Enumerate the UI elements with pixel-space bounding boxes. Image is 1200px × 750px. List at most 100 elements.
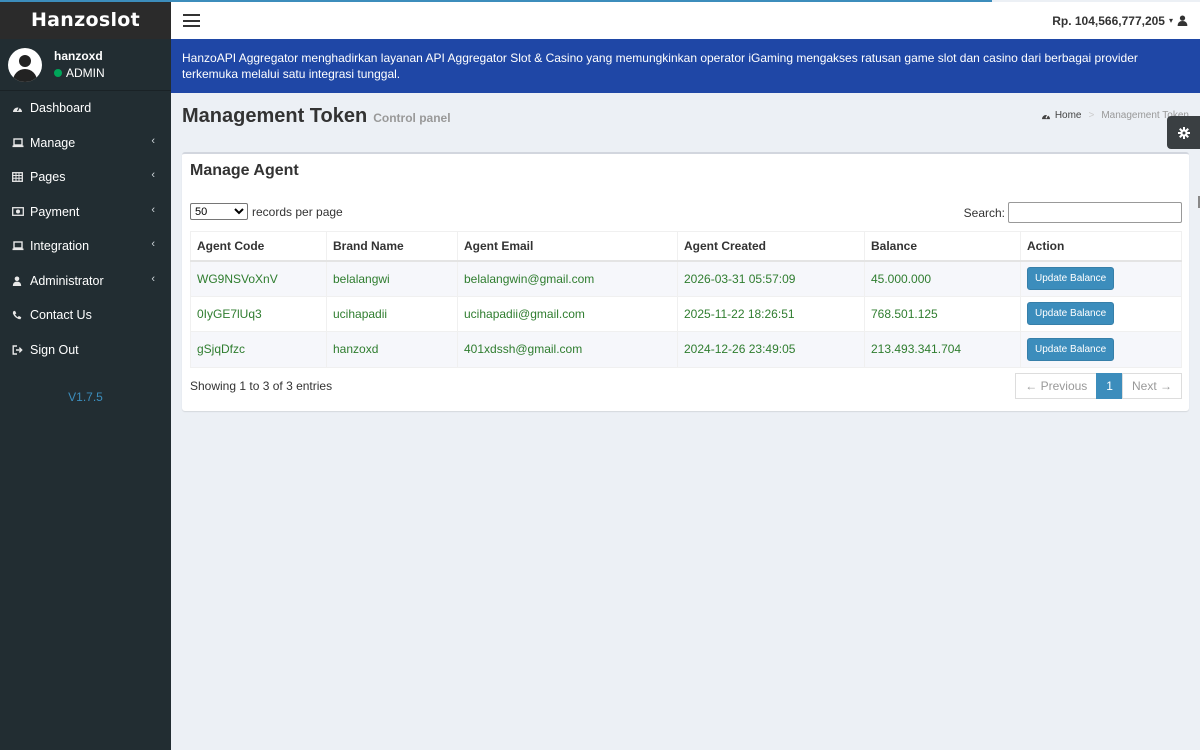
table-header-row: Agent Code Brand Name Agent Email Agent …: [190, 231, 1182, 262]
user-icon: [12, 276, 30, 286]
chevron-left-icon: ‹: [151, 134, 155, 147]
agent-code-cell: 0IyGE7lUq3: [190, 295, 327, 332]
laptop-icon: [12, 138, 30, 148]
money-icon: [12, 207, 30, 217]
phone-icon: [12, 310, 30, 320]
online-status-icon: [54, 69, 62, 77]
pagination-next-button[interactable]: Next →: [1121, 373, 1182, 399]
pagination: ← Previous 1 Next →: [1015, 373, 1182, 399]
caret-down-icon: ▾: [1168, 16, 1173, 25]
action-cell: Update Balance: [1020, 295, 1182, 332]
user-name: hanzoxd: [54, 49, 103, 63]
sidebar: Hanzoslot hanzoxd ADMIN Dashboard Manage…: [0, 0, 171, 750]
balance-cell: 768.501.125: [864, 295, 1021, 332]
chevron-left-icon: ‹: [151, 203, 155, 216]
laptop-icon: [12, 241, 30, 251]
table-row: 0IyGE7lUq3 ucihapadii ucihapadii@gmail.c…: [190, 295, 1182, 332]
sidebar-item-payment[interactable]: Payment ‹: [0, 195, 171, 230]
column-header-agent-email[interactable]: Agent Email: [457, 231, 678, 262]
agent-code-cell: WG9NSVoXnV: [190, 260, 327, 297]
sidebar-menu: Dashboard Manage ‹ Pages ‹ Payment ‹ Int…: [0, 91, 171, 367]
pagination-page-button[interactable]: 1: [1096, 373, 1123, 399]
brand-name-cell: belalangwi: [326, 260, 458, 297]
breadcrumb-home-link[interactable]: Home: [1055, 110, 1082, 121]
records-per-page-select[interactable]: 50: [190, 203, 248, 220]
table-icon: [12, 172, 30, 183]
balance-cell: 45.000.000: [864, 260, 1021, 297]
gear-icon: [1177, 126, 1190, 139]
agent-email-cell: belalangwin@gmail.com: [457, 260, 678, 297]
action-cell: Update Balance: [1020, 331, 1182, 368]
brand-name-cell: ucihapadii: [326, 295, 458, 332]
user-panel: hanzoxd ADMIN: [0, 39, 171, 91]
action-cell: Update Balance: [1020, 260, 1182, 297]
sign-out-icon: [12, 345, 30, 355]
agent-email-cell: ucihapadii@gmail.com: [457, 295, 678, 332]
table-row: WG9NSVoXnV belalangwi belalangwin@gmail.…: [190, 260, 1182, 297]
sidebar-item-integration[interactable]: Integration ‹: [0, 229, 171, 264]
top-navbar: Rp. 104,566,777,205 ▾: [171, 2, 1200, 39]
table-row: gSjqDfzc hanzoxd 401xdssh@gmail.com 2024…: [190, 331, 1182, 368]
pagination-previous-button[interactable]: ← Previous: [1015, 373, 1098, 399]
hamburger-menu-icon[interactable]: [183, 14, 200, 27]
agent-created-cell: 2024-12-26 23:49:05: [677, 331, 865, 368]
agent-email-cell: 401xdssh@gmail.com: [457, 331, 678, 368]
chevron-left-icon: ‹: [151, 272, 155, 285]
table-info: Showing 1 to 3 of 3 entries: [190, 379, 333, 393]
search-label: Search:: [963, 205, 1005, 220]
page-subtitle: Control panel: [373, 111, 451, 125]
records-per-page-control: 50 records per page: [190, 203, 343, 220]
sidebar-item-label: Integration: [30, 239, 90, 254]
user-icon: [1177, 15, 1188, 26]
breadcrumb-separator: >: [1088, 110, 1095, 121]
sidebar-item-label: Dashboard: [30, 101, 92, 116]
page-load-progress: [0, 0, 992, 2]
column-header-balance[interactable]: Balance: [864, 231, 1021, 262]
box-title: Manage Agent: [190, 162, 299, 179]
app-logo[interactable]: Hanzoslot: [0, 0, 171, 39]
agent-created-cell: 2026-03-31 05:57:09: [677, 260, 865, 297]
user-role: ADMIN: [54, 66, 105, 80]
sidebar-item-dashboard[interactable]: Dashboard: [0, 91, 171, 126]
dashboard-icon: [12, 103, 30, 113]
chevron-left-icon: ‹: [151, 169, 155, 181]
sidebar-item-sign-out[interactable]: Sign Out: [0, 333, 171, 368]
agent-code-cell: gSjqDfzc: [190, 331, 327, 368]
sidebar-item-pages[interactable]: Pages ‹: [0, 160, 171, 195]
update-balance-button[interactable]: Update Balance: [1027, 337, 1115, 361]
sidebar-item-contact-us[interactable]: Contact Us: [0, 298, 171, 333]
balance-amount: Rp. 104,566,777,205: [1052, 13, 1165, 28]
column-header-agent-code[interactable]: Agent Code: [190, 231, 327, 262]
sidebar-item-label: Pages: [30, 170, 66, 185]
column-header-action[interactable]: Action: [1020, 231, 1182, 262]
search-control: Search:: [964, 202, 1182, 223]
update-balance-button[interactable]: Update Balance: [1027, 267, 1115, 290]
agent-created-cell: 2025-11-22 18:26:51: [677, 295, 865, 332]
sidebar-item-label: Administrator: [30, 273, 104, 288]
chevron-left-icon: ‹: [151, 238, 155, 250]
dashboard-icon: [1041, 114, 1050, 120]
user-role-label: ADMIN: [66, 66, 105, 80]
balance-cell: 213.493.341.704: [864, 331, 1021, 368]
update-balance-button[interactable]: Update Balance: [1027, 302, 1115, 326]
column-header-agent-created[interactable]: Agent Created: [677, 231, 865, 262]
avatar: [8, 47, 42, 82]
agent-table: Agent Code Brand Name Agent Email Agent …: [190, 231, 1182, 368]
settings-toggle-button[interactable]: [1167, 116, 1200, 149]
balance-dropdown[interactable]: Rp. 104,566,777,205 ▾: [1052, 14, 1188, 28]
page-title: Management Token Control panel: [182, 105, 451, 128]
app-version: V1.7.5: [68, 390, 103, 404]
manage-agent-box: Manage Agent 50 records per page Search:…: [182, 152, 1189, 411]
sidebar-item-manage[interactable]: Manage ‹: [0, 126, 171, 161]
sidebar-item-label: Sign Out: [30, 342, 79, 357]
sidebar-item-label: Manage: [30, 135, 76, 150]
search-input[interactable]: [1008, 202, 1182, 223]
column-header-brand-name[interactable]: Brand Name: [326, 231, 458, 262]
page-title-text: Management Token: [182, 105, 368, 127]
content-header: Management Token Control panel Home > Man…: [171, 93, 1200, 145]
brand-name-cell: hanzoxd: [326, 331, 458, 368]
records-per-page-label: records per page: [252, 204, 343, 219]
info-banner: HanzoAPI Aggregator menghadirkan layanan…: [171, 39, 1200, 93]
sidebar-item-administrator[interactable]: Administrator ‹: [0, 264, 171, 299]
sidebar-item-label: Contact Us: [30, 308, 92, 323]
